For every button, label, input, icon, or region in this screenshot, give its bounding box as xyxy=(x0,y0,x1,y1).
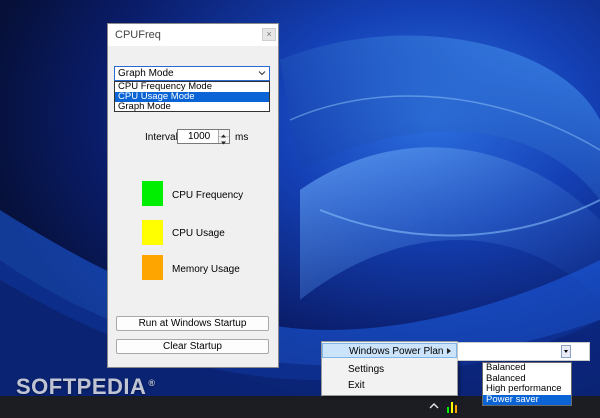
mode-select[interactable]: Graph Mode xyxy=(114,66,270,81)
arrow-down-icon xyxy=(221,141,226,145)
memory-usage-swatch xyxy=(142,255,163,280)
menu-item-label: Settings xyxy=(348,364,385,375)
softpedia-watermark: SOFTPEDIA ® xyxy=(16,374,156,400)
stepper-down-button[interactable] xyxy=(219,137,229,145)
chevron-up-icon[interactable] xyxy=(428,400,440,412)
cpu-frequency-swatch xyxy=(142,181,163,206)
tray-context-menu: Windows Power Plan Settings Exit xyxy=(321,341,458,396)
watermark-registered-mark: ® xyxy=(148,377,156,388)
menu-item-label: Windows Power Plan xyxy=(349,346,444,357)
menu-item-exit[interactable]: Exit xyxy=(322,378,457,393)
interval-unit: ms xyxy=(235,132,249,143)
menu-item-power-plan[interactable]: Windows Power Plan xyxy=(322,343,457,358)
menu-item-settings[interactable]: Settings xyxy=(322,362,457,377)
power-plan-option-high-performance[interactable]: High performance xyxy=(483,383,571,395)
run-at-startup-button[interactable]: Run at Windows Startup xyxy=(116,316,269,331)
menu-item-label: Exit xyxy=(348,380,365,391)
power-plan-select[interactable] xyxy=(457,342,590,361)
power-plan-dropdown-button[interactable] xyxy=(561,345,571,358)
cpu-usage-label: CPU Usage xyxy=(172,228,225,239)
window-title: CPUFreq xyxy=(115,29,161,41)
interval-value[interactable]: 1000 xyxy=(188,131,210,142)
watermark-text: SOFTPEDIA xyxy=(16,374,147,399)
power-plan-list: Balanced Balanced High performance Power… xyxy=(482,362,572,406)
stepper-up-button[interactable] xyxy=(219,130,229,138)
memory-usage-label: Memory Usage xyxy=(172,264,240,275)
title-bar[interactable]: CPUFreq × xyxy=(108,24,278,46)
cpufreq-window: CPUFreq × Graph Mode CPU Frequency Mode … xyxy=(107,23,279,368)
mode-select-value: Graph Mode xyxy=(118,68,174,79)
interval-stepper[interactable]: 1000 xyxy=(177,129,230,145)
triangle-right-icon xyxy=(447,348,451,354)
chevron-down-icon xyxy=(258,71,266,76)
clear-startup-button[interactable]: Clear Startup xyxy=(116,339,269,354)
close-icon: × xyxy=(266,29,272,39)
chevron-down-icon xyxy=(564,350,568,353)
mode-option-graph[interactable]: Graph Mode xyxy=(115,102,269,112)
mode-dropdown-list: CPU Frequency Mode CPU Usage Mode Graph … xyxy=(114,81,270,112)
power-plan-option-power-saver[interactable]: Power saver xyxy=(483,394,571,405)
bar-graph-icon[interactable] xyxy=(446,398,460,414)
close-button[interactable]: × xyxy=(262,28,276,41)
cpu-frequency-label: CPU Frequency xyxy=(172,190,244,201)
interval-label: Interval xyxy=(145,132,178,143)
cpu-usage-swatch xyxy=(142,220,163,245)
stepper-buttons xyxy=(218,130,229,145)
power-plan-current[interactable]: Balanced xyxy=(483,362,571,374)
